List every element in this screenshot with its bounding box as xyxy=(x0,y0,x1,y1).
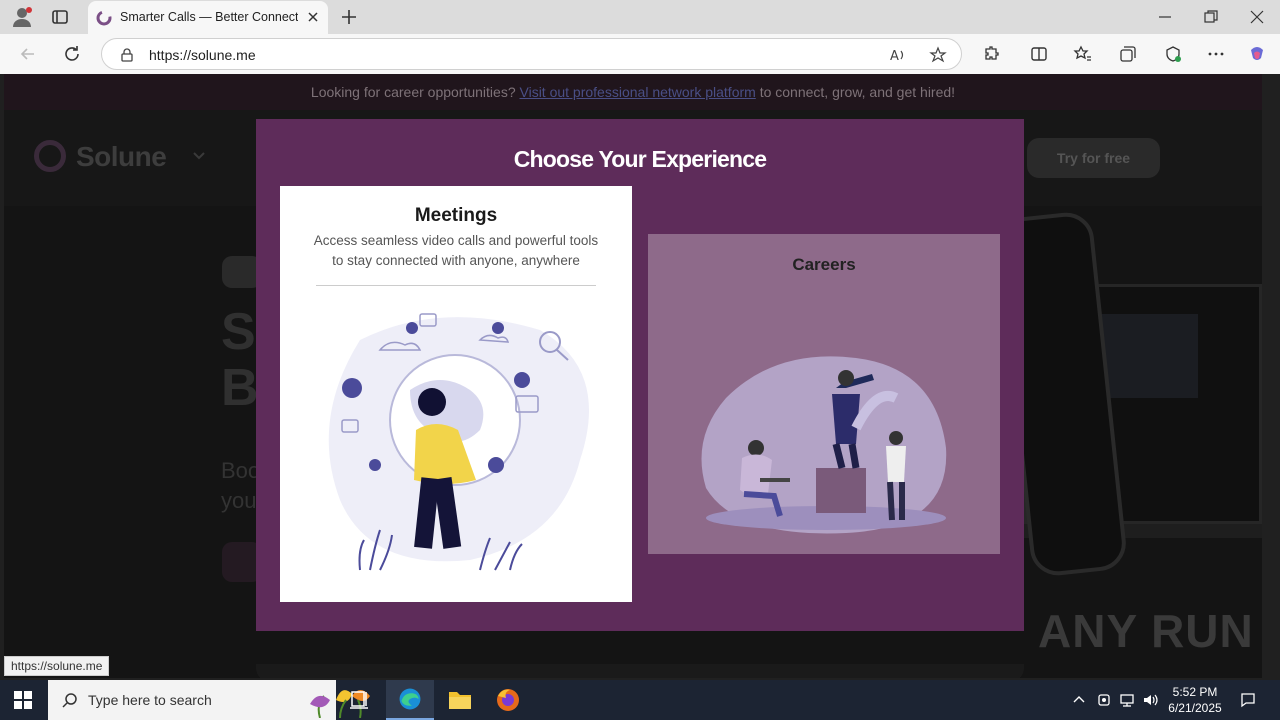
meetings-illustration xyxy=(328,313,589,571)
restore-icon[interactable] xyxy=(1202,8,1220,26)
meet-now-icon[interactable] xyxy=(1096,692,1112,708)
hero-subtitle-line1: Boo xyxy=(221,458,261,483)
collections-icon[interactable] xyxy=(1118,44,1138,64)
solune-favicon-icon xyxy=(96,10,112,26)
meetings-description: Access seamless video calls and powerful… xyxy=(313,233,599,268)
divider xyxy=(316,285,596,286)
notifications-icon[interactable] xyxy=(1240,692,1256,708)
back-icon[interactable] xyxy=(18,44,38,64)
career-banner: Looking for career opportunities? Visit … xyxy=(4,74,1262,110)
web-page: Looking for career opportunities? Visit … xyxy=(4,74,1262,678)
logo-text[interactable]: Solune xyxy=(76,141,167,173)
modal-title: Choose Your Experience xyxy=(513,146,767,172)
search-icon xyxy=(62,693,77,708)
split-screen-icon[interactable] xyxy=(1029,44,1049,64)
careers-illustration xyxy=(701,356,947,534)
tab-title: Smarter Calls — Better Connections xyxy=(120,10,298,24)
chevron-down-icon[interactable] xyxy=(192,148,206,162)
meetings-title: Meetings xyxy=(414,205,498,226)
minimize-icon[interactable] xyxy=(1156,8,1174,26)
hero-subtitle-line2: you xyxy=(221,488,257,513)
browser-toolbar: https://solune.me A xyxy=(0,34,1280,74)
close-window-icon[interactable] xyxy=(1248,8,1266,26)
anyrun-watermark: ANY RUN xyxy=(1038,605,1254,657)
search-placeholder: Type here to search xyxy=(88,692,212,708)
browser-essentials-icon[interactable] xyxy=(1163,44,1183,64)
try-for-free-button[interactable]: Try for free xyxy=(1027,138,1160,178)
more-menu-icon[interactable] xyxy=(1206,44,1226,64)
network-icon[interactable] xyxy=(1119,692,1135,708)
banner-link[interactable]: Visit out professional network platform xyxy=(520,84,756,100)
address-bar[interactable]: https://solune.me A xyxy=(101,38,962,70)
favorite-star-icon[interactable] xyxy=(929,46,947,64)
firefox-icon[interactable] xyxy=(484,680,532,720)
hero-subtitle: Boo you xyxy=(221,456,260,516)
careers-card[interactable]: Careers xyxy=(648,234,1000,554)
modal-bottom-edge xyxy=(256,664,1024,678)
banner-text-after: to connect, grow, and get hired! xyxy=(759,84,956,100)
copilot-icon[interactable] xyxy=(1247,44,1267,64)
hero-heading: S B xyxy=(221,304,259,416)
extensions-icon[interactable] xyxy=(981,44,1001,64)
choose-experience-modal: Choose Your Experience Meetings Access s… xyxy=(256,119,1024,631)
careers-title: Careers xyxy=(792,255,856,274)
close-tab-icon[interactable] xyxy=(306,10,320,24)
lock-icon[interactable] xyxy=(119,47,135,63)
volume-icon[interactable] xyxy=(1142,692,1158,708)
favorites-icon[interactable] xyxy=(1073,44,1093,64)
browser-tab-bar: Smarter Calls — Better Connections xyxy=(0,0,1280,34)
svg-text:A: A xyxy=(890,49,899,64)
meetings-card[interactable]: Meetings Access seamless video calls and… xyxy=(280,186,632,602)
clock-time: 5:52 PM xyxy=(1172,685,1218,699)
windows-taskbar: Type here to search 5:52 PM 6/21/2025 xyxy=(0,680,1280,720)
video-tile xyxy=(1094,314,1198,398)
windows-start-icon[interactable] xyxy=(14,691,32,709)
status-bar-url: https://solune.me xyxy=(4,656,110,676)
edge-taskbar-icon[interactable] xyxy=(386,680,434,720)
taskbar-clock[interactable]: 5:52 PM 6/21/2025 xyxy=(1158,684,1232,716)
solune-logo-icon[interactable] xyxy=(34,140,66,172)
new-tab-icon[interactable] xyxy=(340,8,358,26)
file-explorer-icon[interactable] xyxy=(436,680,484,720)
taskbar-search-box[interactable]: Type here to search xyxy=(48,680,370,720)
task-view-icon[interactable] xyxy=(336,680,384,720)
tab-active[interactable]: Smarter Calls — Better Connections xyxy=(88,1,328,34)
hero-heading-line1: S xyxy=(221,303,256,361)
tray-overflow-icon[interactable] xyxy=(1071,692,1087,708)
read-aloud-icon[interactable]: A xyxy=(889,46,907,64)
banner-text-before: Looking for career opportunities? xyxy=(310,84,516,100)
url-text[interactable]: https://solune.me xyxy=(149,47,256,63)
hero-heading-line2: B xyxy=(221,359,259,417)
profile-icon[interactable] xyxy=(11,6,33,28)
refresh-icon[interactable] xyxy=(62,44,82,64)
clock-date: 6/21/2025 xyxy=(1168,701,1222,715)
tab-actions-icon[interactable] xyxy=(50,7,70,27)
